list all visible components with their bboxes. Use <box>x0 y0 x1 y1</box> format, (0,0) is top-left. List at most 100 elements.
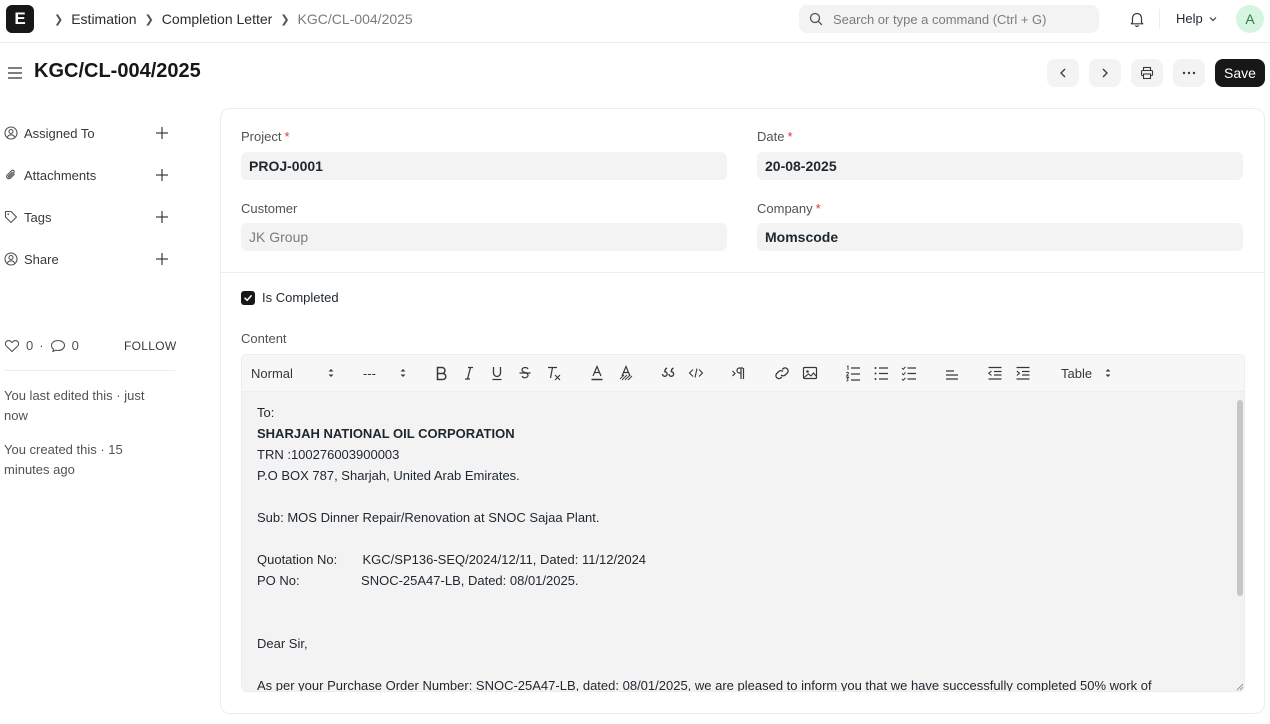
avatar[interactable]: A <box>1236 5 1264 33</box>
blockquote-icon[interactable] <box>660 364 676 382</box>
plus-icon[interactable] <box>154 125 170 141</box>
heading-select[interactable]: Normal <box>251 364 334 382</box>
content-line: PO No: SNOC-25A47-LB, Dated: 08/01/2025. <box>257 573 579 588</box>
chevron-right-icon <box>1102 68 1108 78</box>
bell-icon[interactable] <box>1128 10 1146 28</box>
content-line: Sub: MOS Dinner Repair/Renovation at SNO… <box>257 510 600 525</box>
app-logo[interactable]: E <box>6 5 34 33</box>
sidebar-item-tags[interactable]: Tags <box>4 205 176 229</box>
chevron-left-icon <box>1060 68 1066 78</box>
breadcrumb-completion-letter[interactable]: Completion Letter <box>162 11 273 27</box>
underline-icon[interactable] <box>490 364 504 382</box>
chevron-right-icon: ❯ <box>54 13 64 26</box>
comments-count: 0 <box>71 338 79 353</box>
project-field[interactable]: PROJ-0001 <box>241 152 727 180</box>
content-line: Dear Sir, <box>257 636 308 651</box>
content-line: P.O BOX 787, Sharjah, United Arab Emirat… <box>257 468 520 483</box>
content-editor[interactable]: Normal --- Table To: SHARJAH NATIONAL OI… <box>241 354 1245 692</box>
chevron-right-icon: ❯ <box>144 13 154 26</box>
resize-handle-icon[interactable] <box>1236 683 1244 691</box>
chevron-right-icon: ❯ <box>280 13 290 26</box>
search-bar[interactable]: Search or type a command (Ctrl + G) <box>799 5 1099 33</box>
plus-icon[interactable] <box>154 209 170 225</box>
breadcrumb-current[interactable]: KGC/CL-004/2025 <box>298 11 413 27</box>
align-left-icon[interactable] <box>944 364 960 382</box>
image-icon[interactable] <box>802 364 818 382</box>
sidebar-item-label: Share <box>24 251 59 267</box>
help-dropdown[interactable]: Help <box>1176 11 1218 26</box>
company-label: Company * <box>757 201 821 216</box>
more-actions-button[interactable] <box>1173 59 1205 87</box>
text-direction-icon[interactable] <box>731 364 747 382</box>
link-icon[interactable] <box>774 364 790 382</box>
user-assign-icon <box>4 126 18 140</box>
breadcrumb: ❯ Estimation ❯ Completion Letter ❯ KGC/C… <box>46 0 413 38</box>
content-label: Content <box>241 331 287 346</box>
plus-icon[interactable] <box>154 251 170 267</box>
ellipsis-icon <box>1182 71 1196 75</box>
customer-label: Customer <box>241 201 298 216</box>
search-placeholder: Search or type a command (Ctrl + G) <box>833 11 1047 27</box>
previous-doc-button[interactable] <box>1047 59 1079 87</box>
customer-field: JK Group <box>241 223 727 251</box>
required-mark: * <box>284 129 290 144</box>
indent-icon[interactable] <box>1015 364 1031 382</box>
text-color-icon[interactable] <box>590 364 604 382</box>
required-mark: * <box>787 129 793 144</box>
navbar: E ❯ Estimation ❯ Completion Letter ❯ KGC… <box>0 0 1270 43</box>
sidebar-item-assigned-to[interactable]: Assigned To <box>4 121 176 145</box>
search-icon <box>809 12 823 26</box>
heart-icon[interactable] <box>4 339 20 353</box>
scrollbar-thumb[interactable] <box>1237 400 1243 596</box>
hamburger-menu-icon[interactable] <box>7 65 23 81</box>
page-title: KGC/CL-004/2025 <box>34 60 201 82</box>
code-block-icon[interactable] <box>688 364 704 382</box>
select-arrows-icon <box>1105 369 1111 377</box>
letter-content: To: SHARJAH NATIONAL OIL CORPORATION TRN :… <box>257 402 1232 692</box>
save-button[interactable]: Save <box>1215 59 1265 87</box>
content-line <box>257 486 1232 507</box>
font-size-select[interactable]: --- <box>363 364 406 382</box>
likes-comments: 0 · 0 <box>4 338 79 353</box>
is-completed-checkbox[interactable] <box>241 291 255 305</box>
content-line <box>257 612 1232 633</box>
content-line: TRN :100276003900003 <box>257 447 400 462</box>
activity-last-edited: You last edited this · just now <box>4 388 145 423</box>
outdent-icon[interactable] <box>987 364 1003 382</box>
bullet-list-icon[interactable] <box>873 364 889 382</box>
likes-count: 0 <box>26 338 34 353</box>
date-field[interactable]: 20-08-2025 <box>757 152 1243 180</box>
clear-format-icon[interactable] <box>546 364 562 382</box>
editor-content-area[interactable]: To: SHARJAH NATIONAL OIL CORPORATION TRN :… <box>242 392 1244 692</box>
editor-toolbar: Normal --- Table <box>242 355 1244 392</box>
print-button[interactable] <box>1131 59 1163 87</box>
share-user-icon <box>4 252 18 266</box>
comment-icon[interactable] <box>50 339 66 353</box>
required-mark: * <box>815 201 821 216</box>
content-line: Quotation No: KGC/SP136-SEQ/2024/12/11, … <box>257 552 647 567</box>
is-completed-label: Is Completed <box>262 290 339 305</box>
content-line <box>257 654 1232 675</box>
content-line: To: <box>257 405 275 420</box>
ordered-list-icon[interactable] <box>845 364 861 382</box>
sidebar-item-label: Tags <box>24 209 52 225</box>
checklist-icon[interactable] <box>901 364 917 382</box>
background-color-icon[interactable] <box>618 364 634 382</box>
sidebar-item-attachments[interactable]: Attachments <box>4 163 176 187</box>
sidebar-item-share[interactable]: Share <box>4 247 176 271</box>
checkmark-icon <box>244 295 252 302</box>
follow-button[interactable]: FOLLOW <box>124 339 176 353</box>
plus-icon[interactable] <box>154 167 170 183</box>
strikethrough-icon[interactable] <box>518 364 532 382</box>
divider <box>4 370 175 371</box>
bold-icon[interactable] <box>434 364 448 382</box>
breadcrumb-estimation[interactable]: Estimation <box>71 11 136 27</box>
company-field[interactable]: Momscode <box>757 223 1243 251</box>
project-label: Project * <box>241 129 290 144</box>
content-line: SHARJAH NATIONAL OIL CORPORATION <box>257 426 515 441</box>
table-select[interactable]: Table <box>1061 364 1111 382</box>
italic-icon[interactable] <box>462 364 476 382</box>
help-label: Help <box>1176 11 1203 26</box>
content-line: As per your Purchase Order Number: SNOC-… <box>257 678 1152 692</box>
next-doc-button[interactable] <box>1089 59 1121 87</box>
